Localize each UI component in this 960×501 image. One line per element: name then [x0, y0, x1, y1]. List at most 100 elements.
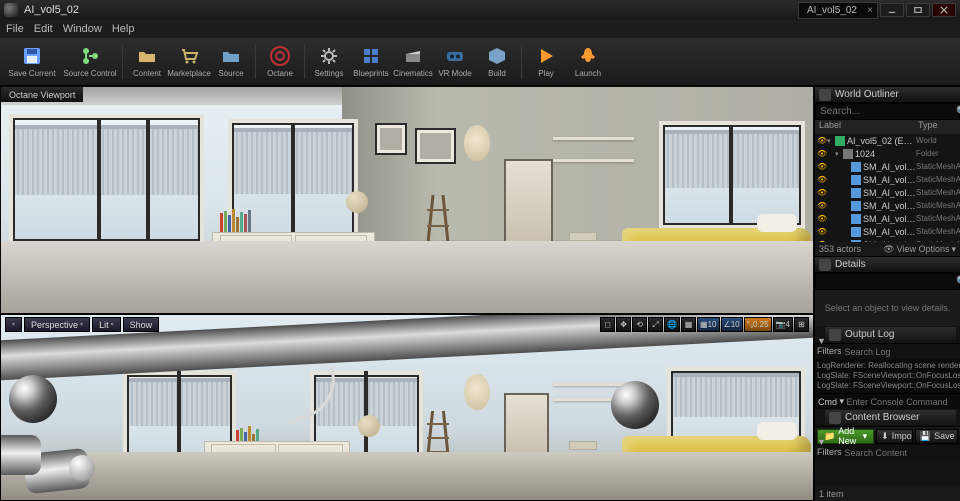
source-control-button[interactable]: Source Control [62, 40, 118, 84]
details-empty: Select an object to view details. [815, 290, 960, 326]
rendered-scene [1, 87, 813, 313]
show-button[interactable]: Show [123, 317, 160, 332]
octane-viewport[interactable]: Octane Viewport [0, 86, 814, 314]
mesh-icon [851, 201, 861, 211]
play-icon [535, 45, 557, 67]
outliner-columns: Label Type [815, 120, 960, 134]
document-tab[interactable]: AI_vol5_02 × [798, 2, 878, 19]
outliner-row[interactable]: 👁SM_AI_vol5_2_planStaticMeshA [815, 173, 960, 186]
panel-icon [819, 259, 831, 271]
camera-speed-button[interactable]: 📷 4 [773, 317, 793, 332]
console-input[interactable] [847, 397, 960, 407]
content-browser-header[interactable]: Content Browser [815, 409, 960, 427]
window-title: AI_vol5_02 [24, 4, 79, 16]
vr-mode-button[interactable]: VR Mode [435, 40, 475, 84]
content-browser-footer: 1 item [815, 487, 960, 501]
view-options-button[interactable]: 👁 View Options ▾ [883, 244, 956, 255]
expand-icon[interactable]: ▾ [835, 150, 843, 158]
visibility-icon[interactable]: 👁 [817, 175, 827, 184]
unreal-logo-icon [4, 3, 18, 17]
outliner-row[interactable]: 👁SM_AI_vol5_2_wallStaticMeshA [815, 212, 960, 225]
transform-rotate-icon[interactable]: ⟲ [632, 317, 647, 332]
menu-help[interactable]: Help [112, 23, 135, 35]
save-current-button[interactable]: Save Current [4, 40, 60, 84]
row-label: 1024 [855, 149, 916, 159]
cart-icon [178, 45, 200, 67]
play-button[interactable]: Play [526, 40, 566, 84]
vr-icon [444, 45, 466, 67]
maximize-button[interactable] [906, 3, 930, 17]
outliner-footer: 353 actors 👁 View Options ▾ [815, 242, 960, 256]
visibility-icon[interactable]: 👁 [817, 227, 827, 236]
expand-icon[interactable]: ▾ [827, 137, 835, 145]
menu-window[interactable]: Window [63, 23, 102, 35]
search-icon[interactable]: 🔍 [956, 105, 960, 118]
clapper-icon [402, 45, 424, 67]
visibility-icon[interactable]: 👁 [817, 136, 827, 145]
search-icon[interactable]: 🔍 [956, 275, 960, 288]
gear-icon [318, 45, 340, 67]
settings-button[interactable]: Settings [309, 40, 349, 84]
octane-button[interactable]: Octane [260, 40, 300, 84]
content-browser-body[interactable] [815, 460, 960, 487]
import-button[interactable]: ⬇ Import [876, 429, 913, 444]
log-search-input[interactable] [845, 347, 960, 357]
editor-viewport[interactable]: ▾ Perspective▾ Lit▾ Show ◻ ✥ ⟲ ⤢ 🌐 ▦ ▦ 1… [0, 314, 814, 501]
content-button[interactable]: Content [127, 40, 167, 84]
outliner-search: 🔍 [815, 103, 960, 120]
close-icon[interactable]: × [867, 5, 873, 16]
coord-space-icon[interactable]: 🌐 [664, 317, 680, 332]
console-row: Cmd ▾ [815, 393, 960, 409]
world-outliner-header[interactable]: World Outliner [815, 86, 960, 103]
col-type[interactable]: Type [918, 120, 960, 134]
viewport-options-button[interactable]: ▾ [5, 317, 22, 332]
log-body[interactable]: LogRenderer: Reallocating scene renderLo… [815, 359, 960, 393]
transform-scale-icon[interactable]: ⤢ [648, 317, 663, 332]
outliner-row[interactable]: 👁▾1024Folder [815, 147, 960, 160]
lit-mode-button[interactable]: Lit▾ [92, 317, 121, 332]
details-search-input[interactable] [816, 276, 956, 287]
save-all-button[interactable]: 💾 Save Al [915, 429, 958, 444]
cb-search-input[interactable] [845, 448, 960, 458]
transform-select-icon[interactable]: ◻ [600, 317, 615, 332]
launch-button[interactable]: Launch [568, 40, 608, 84]
outliner-row[interactable]: 👁▾AI_vol5_02 (Editor)World [815, 134, 960, 147]
visibility-icon[interactable]: 👁 [817, 214, 827, 223]
menu-edit[interactable]: Edit [34, 23, 53, 35]
panel-icon [829, 412, 841, 424]
minimize-button[interactable] [880, 3, 904, 17]
outliner-row[interactable]: 👁SM_AI_vol5_2_planStaticMeshA [815, 186, 960, 199]
outliner-row[interactable]: 👁SM_AI_vol5_2_baskStaticMeshA [815, 160, 960, 173]
source-button[interactable]: Source [211, 40, 251, 84]
window-close-button[interactable] [932, 3, 956, 17]
col-label[interactable]: Label [815, 120, 918, 134]
grid-snap-button[interactable]: ▦ 10 [697, 317, 719, 332]
scale-snap-button[interactable]: ⤡ 0.25 [744, 317, 772, 332]
surface-snap-icon[interactable]: ▦ [681, 317, 696, 332]
row-label: SM_AI_vol5_2_bask [863, 162, 916, 172]
outliner-tree[interactable]: 👁▾AI_vol5_02 (Editor)World👁▾1024Folder👁S… [815, 134, 960, 242]
angle-snap-button[interactable]: ∠ 10 [721, 317, 743, 332]
visibility-icon[interactable]: 👁 [817, 149, 827, 158]
transform-move-icon[interactable]: ✥ [616, 317, 631, 332]
outliner-row[interactable]: 👁SM_AI_vol5_2_wallStaticMeshA [815, 225, 960, 238]
visibility-icon[interactable]: 👁 [817, 162, 827, 171]
blueprints-button[interactable]: Blueprints [351, 40, 391, 84]
maximize-viewport-icon[interactable]: ⊞ [794, 317, 809, 332]
outliner-search-input[interactable] [816, 106, 956, 117]
visibility-icon[interactable]: 👁 [817, 188, 827, 197]
title-bar: AI_vol5_02 AI_vol5_02 × [0, 0, 960, 20]
row-label: AI_vol5_02 (Editor) [847, 136, 916, 146]
perspective-button[interactable]: Perspective▾ [24, 317, 90, 332]
viewport-controls-right: ◻ ✥ ⟲ ⤢ 🌐 ▦ ▦ 10 ∠ 10 ⤡ 0.25 📷 4 ⊞ [600, 317, 809, 332]
marketplace-button[interactable]: Marketplace [169, 40, 209, 84]
outliner-row[interactable]: 👁SM_AI_vol5_2_wallStaticMeshA [815, 199, 960, 212]
build-button[interactable]: Build [477, 40, 517, 84]
details-header[interactable]: Details [815, 256, 960, 273]
octane-viewport-tab[interactable]: Octane Viewport [1, 87, 83, 102]
visibility-icon[interactable]: 👁 [817, 201, 827, 210]
row-label: SM_AI_vol5_2_wall [863, 201, 916, 211]
blueprint-icon [360, 45, 382, 67]
menu-file[interactable]: File [6, 23, 24, 35]
cinematics-button[interactable]: Cinematics [393, 40, 433, 84]
